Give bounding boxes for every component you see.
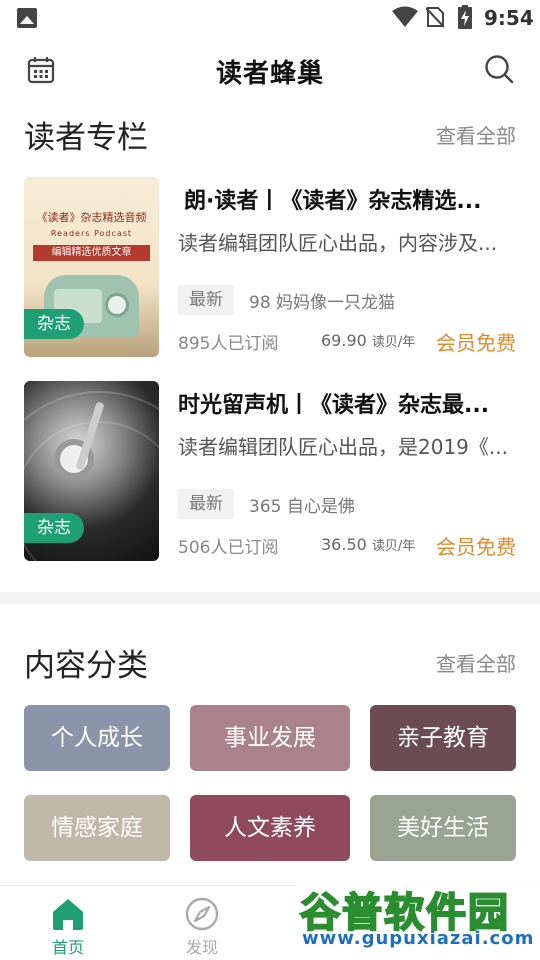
column-title: 朗·读者丨《读者》杂志精选... [184,189,482,214]
category-button[interactable]: 情感家庭 [24,795,170,861]
category-button[interactable]: 人文素养 [190,795,350,861]
view-all-link[interactable]: 查看全部 [436,648,516,677]
column-cover-image: 《读者》杂志精选音频 Readers Podcast 编辑精选优质文章 杂志 [24,177,159,357]
columns-section-header: 读者专栏 查看全部 [24,112,516,156]
latest-badge: 最新 [178,285,234,315]
compass-icon [185,897,219,931]
price: 36.50 读贝/年 [321,535,415,554]
category-button[interactable]: 个人成长 [24,705,170,771]
price-value: 36.50 [321,535,367,554]
member-free-label: 会员免费 [436,535,516,559]
section-title: 内容分类 [24,648,148,684]
gallery-icon [17,8,37,28]
wifi-icon [392,6,418,27]
home-icon [53,899,83,930]
status-bar: 9:54 [0,0,540,36]
subscriber-count: 506人已订阅 [178,538,279,558]
category-button[interactable]: 亲子教育 [370,705,516,771]
section-divider [0,592,540,604]
latest-episode: 98 妈妈像一只龙猫 [249,293,396,313]
nav-item-discover[interactable]: 发现 [142,886,262,960]
cover-text: 《读者》杂志精选音频 [36,211,147,224]
nav-label: 发现 [185,938,218,957]
price-unit: 读贝/年 [371,539,416,554]
latest-badge: 最新 [178,489,234,519]
nav-item-home[interactable]: 首页 [8,886,128,960]
section-title: 读者专栏 [24,120,148,156]
magazine-tag: 杂志 [24,309,84,339]
column-cover-image: 杂志 [24,381,159,561]
battery-charging-icon [458,5,472,29]
no-sim-icon [426,7,444,28]
latest-episode: 365 自心是佛 [249,497,355,517]
category-button[interactable]: 事业发展 [190,705,350,771]
price-unit: 读贝/年 [371,335,416,350]
cover-text: Readers Podcast [50,229,133,238]
column-card[interactable]: 《读者》杂志精选音频 Readers Podcast 编辑精选优质文章 杂志 朗… [24,177,516,357]
price-value: 69.90 [321,331,367,350]
search-icon[interactable] [484,54,514,84]
subscriber-count: 895人已订阅 [178,334,279,354]
watermark-url: www.gupuxiazai.com [302,928,535,949]
column-description: 读者编辑团队匠心出品，内容涉及... [178,231,498,255]
nav-label: 首页 [51,938,84,957]
cover-text: 编辑精选优质文章 [33,245,150,261]
page-title: 读者蜂巢 [215,59,324,89]
categories-section-header: 内容分类 查看全部 [24,640,516,684]
watermark-logo: 谷普软件园 www.gupuxiazai.com [296,876,540,960]
magazine-tag: 杂志 [24,513,84,543]
app-header: 读者蜂巢 [0,40,540,100]
column-description: 读者编辑团队匠心出品，是2019《... [178,435,508,459]
member-free-label: 会员免费 [436,331,516,355]
status-time: 9:54 [484,6,534,30]
column-title: 时光留声机丨《读者》杂志最... [178,393,490,418]
category-button[interactable]: 美好生活 [370,795,516,861]
column-card[interactable]: 杂志 时光留声机丨《读者》杂志最... 读者编辑团队匠心出品，是2019《...… [24,381,516,561]
view-all-link[interactable]: 查看全部 [436,120,516,149]
price: 69.90 读贝/年 [321,331,415,350]
